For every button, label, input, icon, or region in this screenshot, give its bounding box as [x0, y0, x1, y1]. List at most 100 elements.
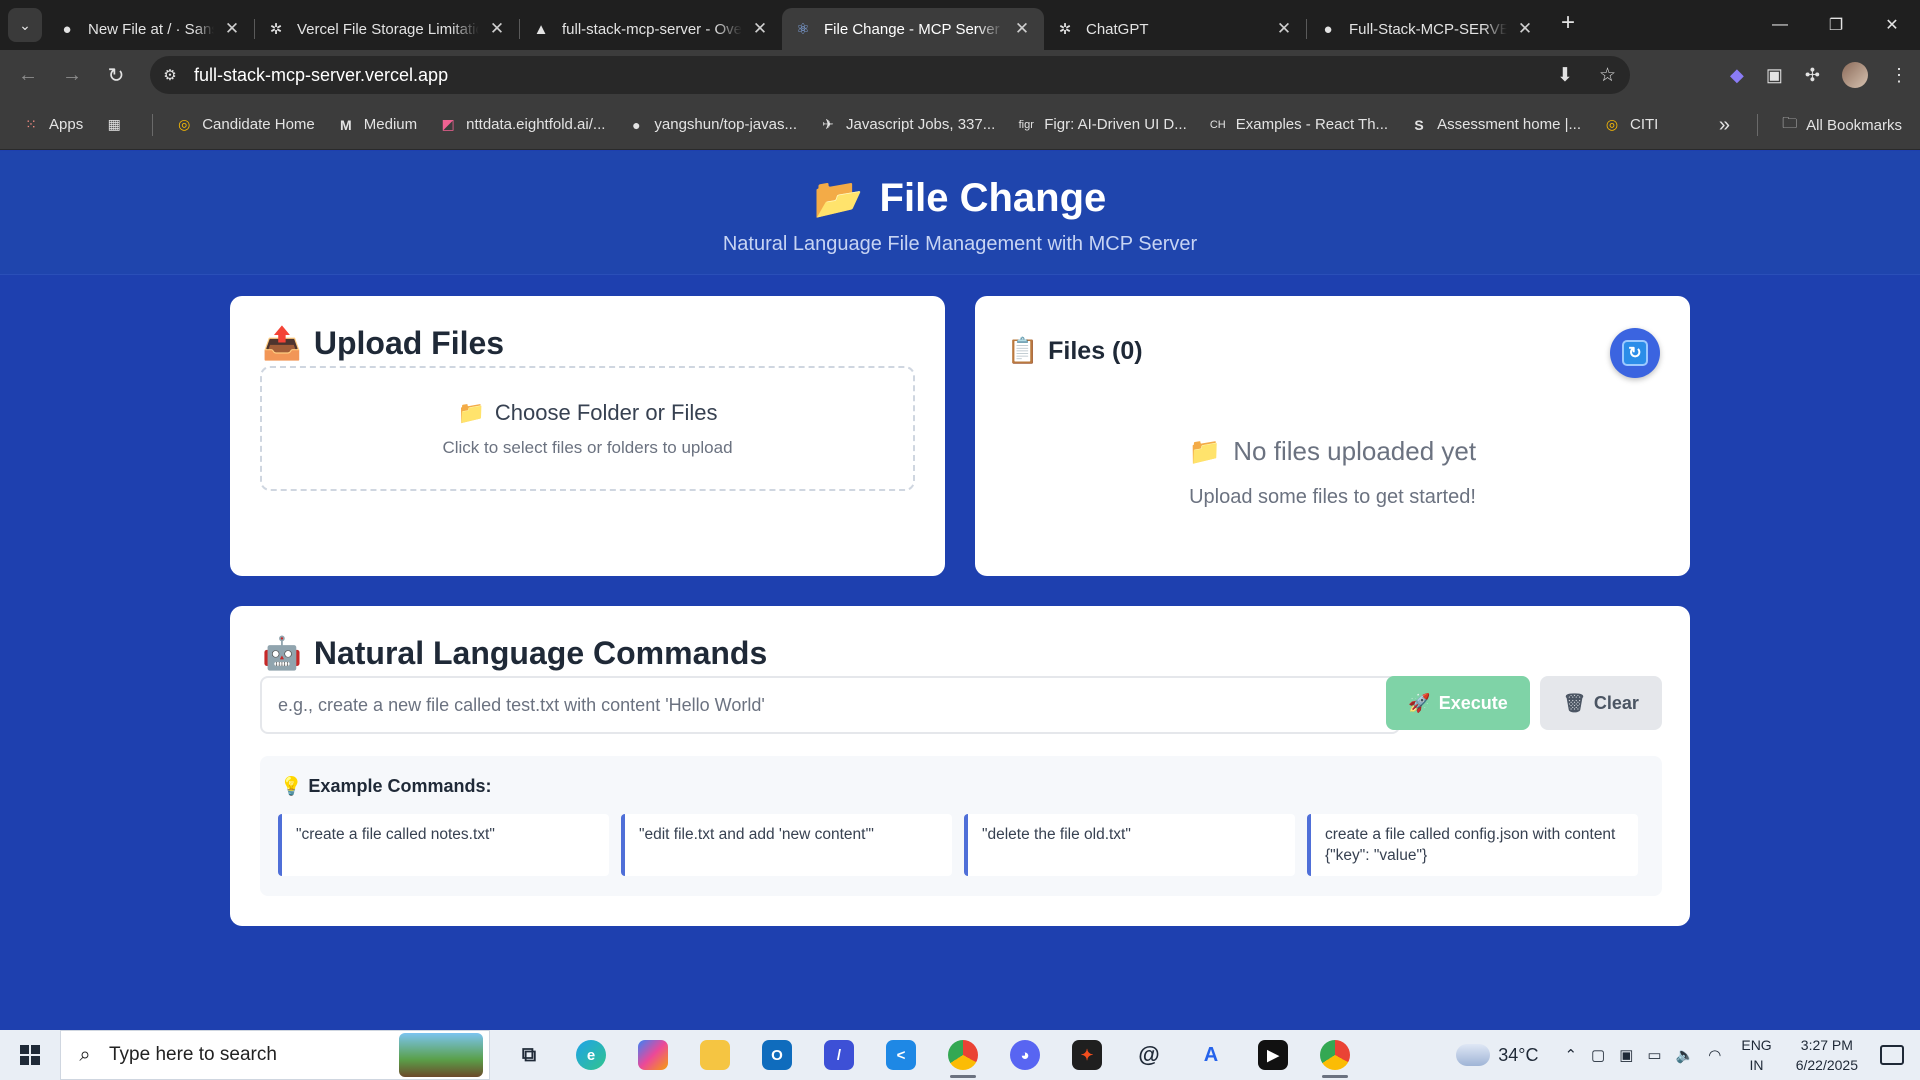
bookmark-citi[interactable]: ◎ CITI: [1603, 116, 1658, 134]
clear-label: Clear: [1593, 692, 1639, 713]
close-icon[interactable]: ✕: [1012, 19, 1032, 39]
choose-files-label: 📁 Choose Folder or Files: [262, 400, 913, 426]
bookmark-label: Examples - React Th...: [1235, 116, 1389, 133]
close-icon[interactable]: ✕: [750, 19, 770, 39]
wifi-icon[interactable]: ◠: [1708, 1046, 1721, 1064]
choose-files-dropzone[interactable]: 📁 Choose Folder or Files Click to select…: [260, 366, 915, 491]
taskbar-search[interactable]: ⌕ Type here to search: [60, 1030, 490, 1080]
bookmark-medium[interactable]: M Medium: [337, 116, 417, 134]
reload-icon[interactable]: ↻: [94, 63, 138, 88]
clock[interactable]: 3:27 PM 6/22/2025: [1796, 1035, 1858, 1075]
chatgpt-icon: ✲: [1058, 21, 1072, 38]
copilot-icon[interactable]: [622, 1030, 684, 1080]
bookmark-assessment[interactable]: S Assessment home |...: [1410, 116, 1581, 134]
tab-vercel-storage[interactable]: ✲ Vercel File Storage Limitations ✕: [255, 8, 519, 50]
install-app-icon[interactable]: ⬇: [1557, 64, 1573, 87]
example-command[interactable]: create a file called config.json with co…: [1307, 814, 1638, 876]
search-icon: ⌕: [79, 1043, 91, 1066]
robot-icon: 🤖: [262, 634, 302, 672]
toolbar-actions: ◆ ▣ ✣ ⋮: [1730, 50, 1908, 100]
figma-icon[interactable]: ✦: [1056, 1030, 1118, 1080]
command-input[interactable]: [260, 676, 1400, 734]
outlook-icon[interactable]: O: [746, 1030, 808, 1080]
example-command[interactable]: "edit file.txt and add 'new content'": [621, 814, 952, 876]
address-bar[interactable]: ⚙ full-stack-mcp-server.vercel.app ⬇ ☆: [150, 56, 1630, 94]
bookmark-candidate-home[interactable]: ◎ Candidate Home: [175, 116, 315, 134]
close-window-icon[interactable]: ✕: [1864, 0, 1920, 50]
file-explorer-icon[interactable]: [684, 1030, 746, 1080]
vs-icon[interactable]: /: [808, 1030, 870, 1080]
tab-search-button[interactable]: ⌄: [8, 8, 42, 42]
empty-state-text: No files uploaded yet: [1233, 436, 1477, 466]
new-tab-button[interactable]: +: [1561, 9, 1575, 37]
files-title: 📋 Files (0): [1007, 336, 1143, 366]
profile-avatar[interactable]: [1842, 62, 1868, 88]
github-icon: ●: [1323, 20, 1333, 38]
clear-button[interactable]: 🗑 Clear: [1540, 676, 1662, 730]
bookmark-top-javascript[interactable]: ● yangshun/top-javas...: [627, 116, 797, 134]
close-icon[interactable]: ✕: [1274, 19, 1294, 39]
tab-file-change[interactable]: ⚛ File Change - MCP Server ✕: [782, 8, 1044, 50]
app-icon[interactable]: A: [1180, 1030, 1242, 1080]
minimize-icon[interactable]: —: [1752, 0, 1808, 50]
tab-chatgpt[interactable]: ✲ ChatGPT ✕: [1044, 8, 1306, 50]
restore-icon[interactable]: ❐: [1808, 0, 1864, 50]
task-view-icon[interactable]: ⧉: [498, 1030, 560, 1080]
bookmark-tab-groups[interactable]: ▦: [105, 116, 132, 134]
extension-drop-icon[interactable]: ◆: [1730, 65, 1744, 86]
execute-button[interactable]: 🚀 Execute: [1386, 676, 1530, 730]
language-indicator[interactable]: ENG IN: [1741, 1035, 1771, 1075]
vscode-icon[interactable]: <: [870, 1030, 932, 1080]
bookmark-eightfold[interactable]: ◩ nttdata.eightfold.ai/...: [439, 116, 606, 134]
extensions-puzzle-icon[interactable]: ✣: [1805, 65, 1820, 86]
weather-widget[interactable]: 34°C: [1456, 1044, 1538, 1066]
close-icon[interactable]: ✕: [487, 19, 507, 39]
volume-icon[interactable]: 🔈: [1676, 1046, 1695, 1064]
forward-icon[interactable]: →: [50, 64, 94, 87]
close-icon[interactable]: ✕: [222, 19, 242, 39]
windows-logo-icon: [20, 1045, 40, 1065]
menu-kebab-icon[interactable]: ⋮: [1890, 65, 1908, 86]
chrome-profile-icon[interactable]: [1304, 1030, 1366, 1080]
site-info-icon[interactable]: ⚙: [150, 66, 190, 84]
apps-grid-icon: ⁙: [25, 116, 37, 132]
commands-card: 🤖 Natural Language Commands 🚀 Execute 🗑 …: [230, 606, 1690, 926]
battery-icon[interactable]: ▭: [1647, 1046, 1661, 1064]
threads-icon[interactable]: @: [1118, 1030, 1180, 1080]
notifications-icon[interactable]: [1880, 1045, 1904, 1065]
all-bookmarks-label: All Bookmarks: [1806, 116, 1902, 134]
all-bookmarks-button[interactable]: 🗀 All Bookmarks: [1782, 100, 1902, 150]
display-icon[interactable]: ▣: [1619, 1046, 1633, 1064]
meet-icon[interactable]: ▢: [1591, 1046, 1605, 1064]
discord-icon[interactable]: ◕: [994, 1030, 1056, 1080]
example-command[interactable]: "create a file called notes.txt": [278, 814, 609, 876]
example-commands-heading: Example Commands:: [308, 776, 492, 796]
bookmark-figr[interactable]: figr Figr: AI-Driven UI D...: [1017, 116, 1187, 134]
back-icon[interactable]: ←: [6, 64, 50, 87]
bookmark-javascript-jobs[interactable]: ✈ Javascript Jobs, 337...: [819, 116, 995, 134]
chrome-icon[interactable]: [932, 1030, 994, 1080]
chevron-up-icon[interactable]: ⌃: [1564, 1046, 1577, 1064]
bookmark-apps[interactable]: ⁙ Apps: [22, 116, 83, 134]
start-button[interactable]: [0, 1030, 60, 1080]
tab-full-stack-github[interactable]: ● Full-Stack-MCP-SERVER/ at main ✕: [1307, 8, 1547, 50]
url-text[interactable]: full-stack-mcp-server.vercel.app: [194, 65, 448, 86]
tab-new-file[interactable]: ● New File at / · Sans25VS/Full-Stack ✕: [46, 8, 254, 50]
bookmark-star-icon[interactable]: ☆: [1599, 64, 1616, 87]
folder-icon: 📁: [1188, 436, 1222, 467]
tab-vercel-overview[interactable]: ▲ full-stack-mcp-server - Overview ✕: [520, 8, 782, 50]
bookmarks-overflow-icon[interactable]: »: [1719, 100, 1730, 150]
tray-icons: ⌃ ▢ ▣ ▭ 🔈 ◠: [1564, 1046, 1721, 1064]
terminal-icon[interactable]: ▶: [1242, 1030, 1304, 1080]
bookmark-label: Figr: AI-Driven UI D...: [1044, 116, 1187, 133]
empty-state-title: 📁 No files uploaded yet: [975, 436, 1690, 467]
extension-icon[interactable]: ▣: [1766, 65, 1783, 86]
example-command[interactable]: "delete the file old.txt": [964, 814, 1295, 876]
refresh-files-button[interactable]: ↻: [1610, 328, 1660, 378]
close-icon[interactable]: ✕: [1515, 19, 1535, 39]
system-tray: 34°C ⌃ ▢ ▣ ▭ 🔈 ◠ ENG IN 3:27 PM 6/22/202…: [1456, 1030, 1920, 1080]
edge-icon[interactable]: e: [560, 1030, 622, 1080]
bookmark-separator: [1757, 114, 1758, 136]
browser-toolbar: ← → ↻ ⚙ full-stack-mcp-server.vercel.app…: [0, 50, 1920, 100]
bookmark-react-three[interactable]: CH Examples - React Th...: [1209, 116, 1388, 134]
